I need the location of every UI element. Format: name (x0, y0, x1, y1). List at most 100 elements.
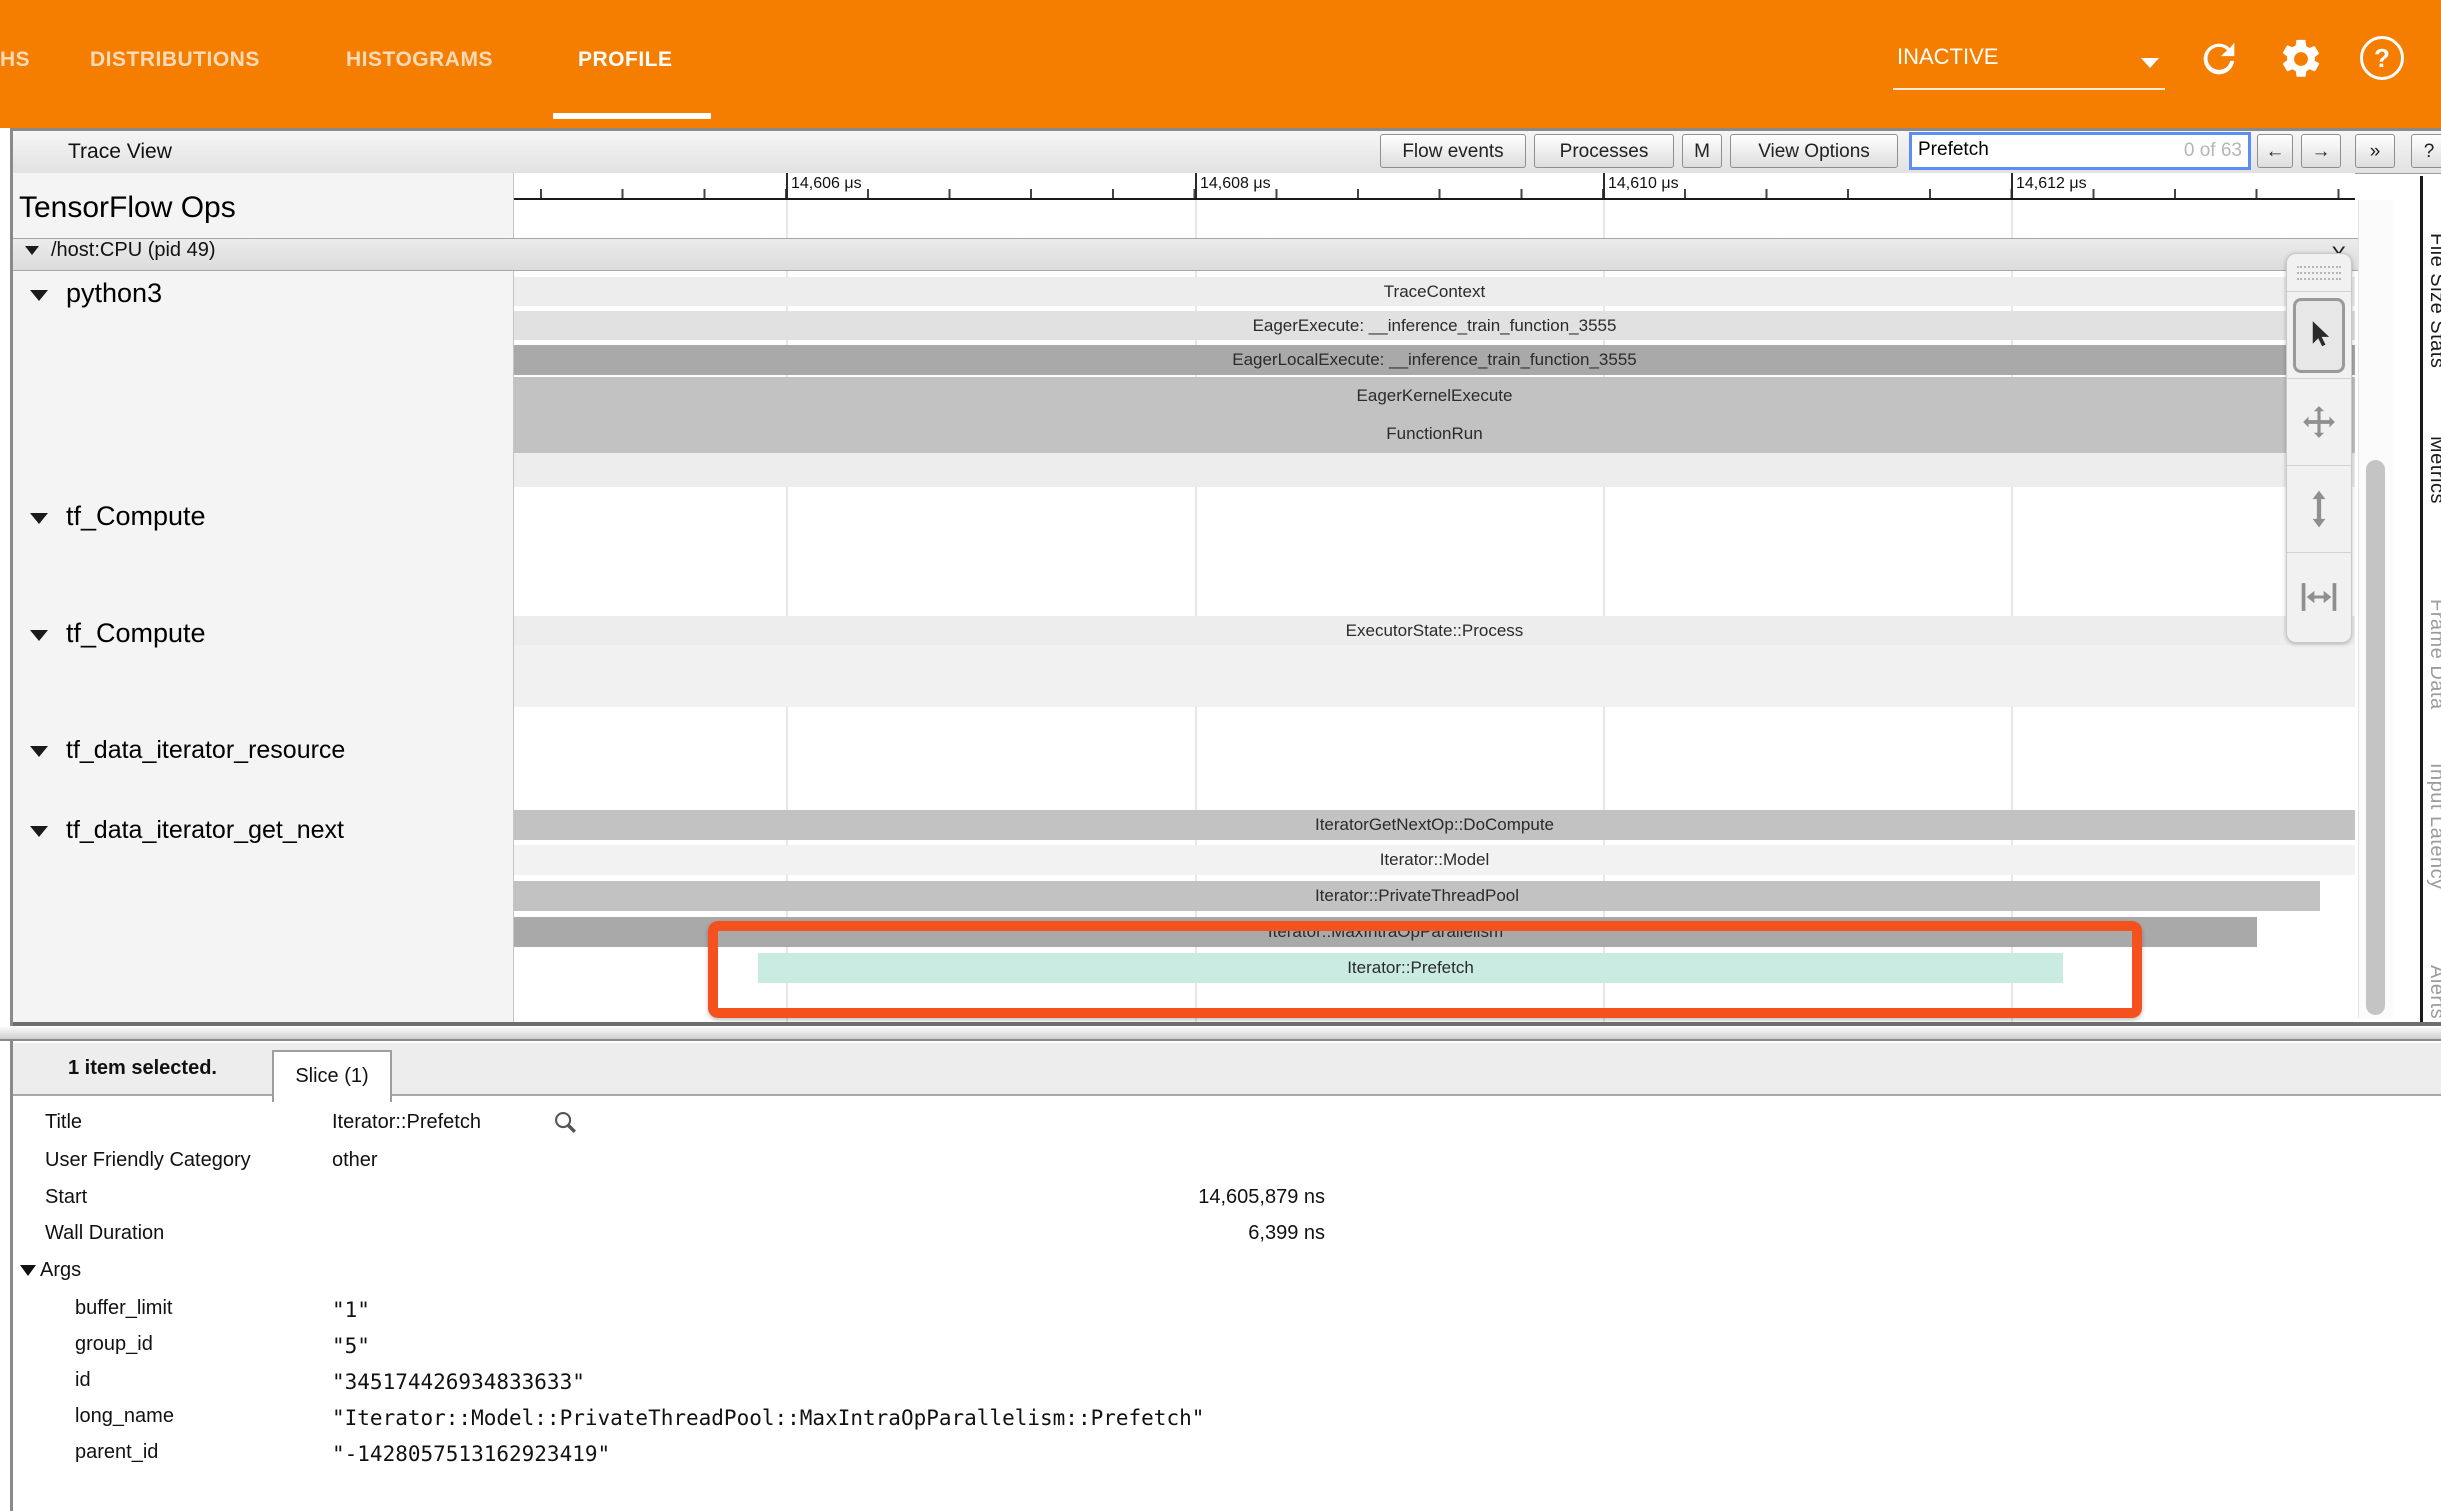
field-label: User Friendly Category (45, 1149, 251, 1172)
group-row-tf-compute-2[interactable]: tf_Compute (0, 618, 500, 654)
ruler-major-tick (1195, 173, 1197, 198)
arg-value: "5" (332, 1334, 370, 1358)
more-button[interactable]: » (2355, 134, 2395, 168)
ruler-tick-label: 14,612 μs (2016, 175, 2087, 193)
trace-view-title: Trace View (68, 140, 172, 164)
field-value: 6,399 ns (1248, 1222, 1325, 1245)
trace-slice[interactable]: EagerExecute: __inference_train_function… (514, 311, 2355, 340)
trace-slice[interactable]: EagerLocalExecute: __inference_train_fun… (514, 345, 2355, 375)
arg-row-group-id: group_id "5" (0, 1328, 2441, 1364)
trace-slice[interactable]: IteratorGetNextOp::DoCompute (514, 810, 2355, 840)
ruler-major-tick (786, 173, 788, 198)
sidebar-divider (2420, 176, 2423, 1041)
ruler-major-tick (2011, 173, 2013, 198)
trace-slice[interactable]: EagerKernelExecute (514, 377, 2355, 414)
processes-button[interactable]: Processes (1534, 134, 1674, 168)
sidebar-tab-file-size-stats[interactable]: File Size Stats (2425, 233, 2441, 368)
process-header-label: /host:CPU (pid 49) (51, 239, 216, 261)
find-prev-button[interactable]: ← (2257, 134, 2293, 168)
vertical-scrollbar-thumb[interactable] (2366, 460, 2385, 1015)
detail-row-category: User Friendly Category other (0, 1144, 2441, 1180)
sidebar-tab-input-latency[interactable]: Input Latency (2425, 763, 2441, 890)
app-bar: HS DISTRIBUTIONS HISTOGRAMS PROFILE INAC… (0, 0, 2441, 128)
sidebar-tab-metrics[interactable]: Metrics (2425, 436, 2441, 504)
panel-splitter[interactable] (0, 1026, 2441, 1041)
group-row-python3[interactable]: python3 (0, 278, 500, 314)
tab-distributions[interactable]: DISTRIBUTIONS (90, 42, 260, 78)
trace-view-header: Trace View Flow events Processes M View … (13, 131, 2441, 174)
selection-status: 1 item selected. (68, 1057, 217, 1080)
chevron-down-icon (30, 826, 48, 837)
run-selector-dropdown[interactable]: INACTIVE (1893, 30, 2165, 90)
view-options-button[interactable]: View Options (1730, 134, 1898, 168)
arg-key: group_id (75, 1333, 153, 1356)
help-icon[interactable]: ? (2360, 36, 2404, 80)
group-row-tf-compute-1[interactable]: tf_Compute (0, 501, 500, 537)
pan-tool-button[interactable] (2287, 379, 2351, 466)
flow-events-button[interactable]: Flow events (1380, 134, 1526, 168)
group-label: tf_Compute (66, 501, 206, 531)
trace-slice-selected[interactable]: Iterator::Prefetch (758, 953, 2063, 983)
sidebar-tab-frame-data[interactable]: Frame Data (2425, 599, 2441, 710)
process-header-host-cpu[interactable]: /host:CPU (pid 49) X (13, 238, 2358, 271)
detail-row-title: Title Iterator::Prefetch (0, 1106, 2441, 1142)
arg-value: "345174426934833633" (332, 1370, 585, 1394)
field-label: Title (45, 1111, 82, 1134)
args-toggle-row[interactable]: Args (0, 1254, 2441, 1290)
trace-help-button[interactable]: ? (2411, 134, 2441, 168)
group-row-tf-data-iterator-get-next[interactable]: tf_data_iterator_get_next (0, 816, 500, 852)
magnifier-icon[interactable] (552, 1109, 580, 1143)
chevron-down-icon (30, 746, 48, 757)
chevron-down-icon (30, 630, 48, 641)
tab-slice[interactable]: Slice (1) (272, 1050, 392, 1102)
zoom-tool-button[interactable] (2287, 466, 2351, 553)
field-label: Start (45, 1186, 87, 1209)
settings-gear-icon[interactable] (2278, 36, 2324, 82)
tab-profile[interactable]: PROFILE (578, 42, 673, 78)
trace-slice[interactable]: FunctionRun (514, 414, 2355, 453)
trace-canvas[interactable]: TraceContext EagerExecute: __inference_tr… (514, 200, 2355, 1022)
arg-row-parent-id: parent_id "-1428057513162923419" (0, 1436, 2441, 1472)
timing-span-icon (2300, 580, 2338, 614)
trace-slice[interactable] (514, 645, 2355, 707)
trace-slice[interactable] (514, 453, 2355, 487)
ruler-tick-label: 14,606 μs (791, 175, 862, 193)
refresh-icon[interactable] (2196, 36, 2242, 82)
m-button[interactable]: M (1682, 134, 1722, 168)
select-tool-selected-frame (2293, 298, 2345, 373)
pan-icon (2300, 403, 2338, 441)
ruler-major-tick (1603, 173, 1605, 198)
vertical-scrollbar-track[interactable] (2358, 200, 2393, 1018)
trace-slice[interactable]: ExecutorState::Process (514, 616, 2355, 645)
tab-hs[interactable]: HS (0, 42, 30, 78)
arg-value: "1" (332, 1298, 370, 1322)
chevron-down-icon (30, 513, 48, 524)
arg-key: buffer_limit (75, 1297, 172, 1320)
timing-tool-button[interactable] (2287, 553, 2351, 640)
tab-histograms[interactable]: HISTOGRAMS (346, 42, 493, 78)
find-next-button[interactable]: → (2301, 134, 2341, 168)
args-label: Args (40, 1259, 81, 1281)
trace-slice[interactable]: Iterator::PrivateThreadPool (514, 881, 2320, 911)
vertical-zoom-icon (2302, 489, 2336, 529)
trace-slice[interactable]: Iterator::Model (514, 845, 2355, 875)
select-tool-button[interactable] (2287, 292, 2351, 379)
search-input[interactable] (1912, 135, 2168, 165)
chevron-down-icon (25, 246, 39, 255)
trace-slice[interactable]: Iterator::MaxIntraOpParallelism (514, 917, 2257, 947)
field-value: 14,605,879 ns (1198, 1186, 1325, 1209)
detail-row-start: Start 14,605,879 ns (0, 1181, 2441, 1217)
field-value: Iterator::Prefetch (332, 1111, 481, 1134)
group-row-tf-data-iterator-resource[interactable]: tf_data_iterator_resource (0, 736, 500, 772)
trace-slice[interactable]: TraceContext (514, 277, 2355, 306)
ruler-tick-label: 14,608 μs (1200, 175, 1271, 193)
timeline-ruler: 14,606 μs 14,608 μs 14,610 μs 14,612 μs (514, 173, 2355, 200)
sidebar-tab-alerts[interactable]: Alerts (2425, 965, 2441, 1019)
group-label: tf_Compute (66, 618, 206, 648)
arg-key: id (75, 1369, 91, 1392)
arg-key: long_name (75, 1405, 174, 1428)
active-tab-underline (553, 113, 711, 119)
group-label: tf_data_iterator_get_next (66, 816, 344, 844)
palette-drag-handle[interactable] (2287, 254, 2351, 292)
ruler-tick-label: 14,610 μs (1608, 175, 1679, 193)
